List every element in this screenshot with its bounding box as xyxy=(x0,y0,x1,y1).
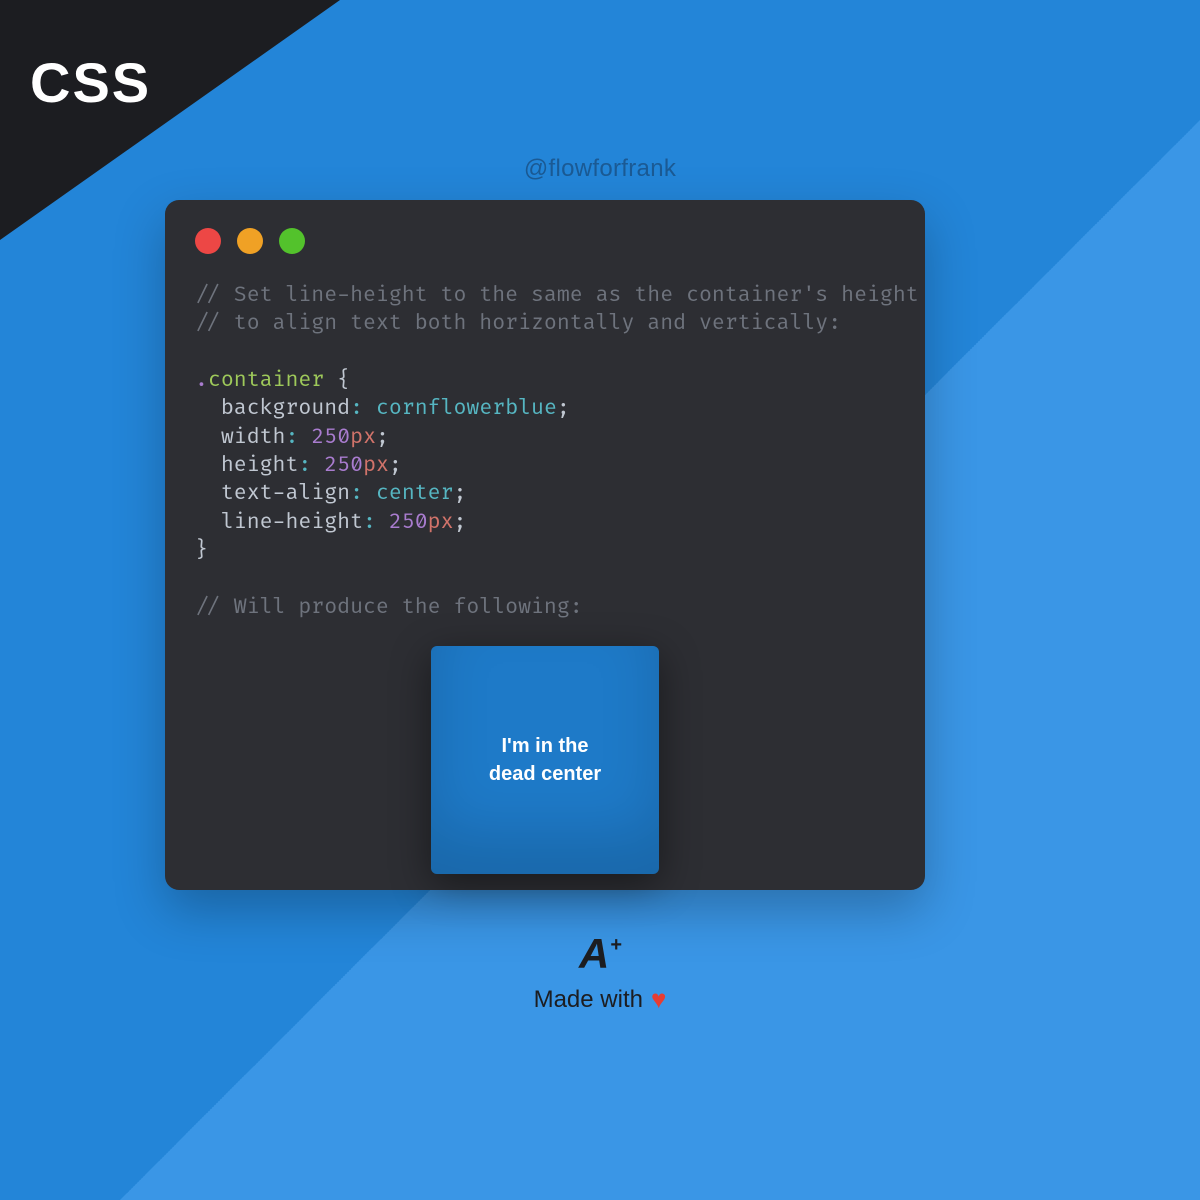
prop-value: center xyxy=(376,481,454,506)
open-brace: { xyxy=(324,368,350,393)
footer: A+ Made with ♥ xyxy=(0,930,1200,1015)
prop-value: cornflowerblue xyxy=(376,396,557,421)
prop-name: background xyxy=(221,396,350,421)
heart-icon: ♥ xyxy=(651,984,666,1015)
colon: : xyxy=(350,481,363,506)
made-with: Made with ♥ xyxy=(0,984,1200,1015)
code-comment: // to align text both horizontally and v… xyxy=(195,311,841,336)
window-controls xyxy=(195,228,895,254)
badge-label: CSS xyxy=(30,50,151,115)
semicolon: ; xyxy=(454,510,467,535)
minimize-icon xyxy=(237,228,263,254)
close-brace: } xyxy=(195,538,208,563)
colon: : xyxy=(285,425,298,450)
semicolon: ; xyxy=(454,481,467,506)
close-icon xyxy=(195,228,221,254)
logo: A+ xyxy=(579,930,621,978)
demo-line: I'm in the xyxy=(502,735,589,757)
selector-dot: . xyxy=(195,368,208,393)
code-block: // Set line-height to the same as the co… xyxy=(195,282,895,622)
semicolon: ; xyxy=(389,453,402,478)
logo-letter: A xyxy=(579,930,608,978)
prop-unit: px xyxy=(428,510,454,535)
code-comment: // Will produce the following: xyxy=(195,595,583,620)
maximize-icon xyxy=(279,228,305,254)
prop-name: height xyxy=(221,453,299,478)
colon: : xyxy=(350,396,363,421)
code-comment: // Set line-height to the same as the co… xyxy=(195,283,919,308)
prop-name: text-align xyxy=(221,481,350,506)
prop-name: line-height xyxy=(221,510,363,535)
semicolon: ; xyxy=(557,396,570,421)
made-text: Made with xyxy=(534,986,643,1014)
prop-number: 250 xyxy=(311,425,350,450)
code-editor-window: // Set line-height to the same as the co… xyxy=(165,200,925,890)
demo-box: I'm in the dead center xyxy=(431,646,659,874)
prop-number: 250 xyxy=(324,453,363,478)
selector-name: container xyxy=(208,368,324,393)
author-handle: @flowforfrank xyxy=(0,155,1200,183)
colon: : xyxy=(363,510,376,535)
demo-line: dead center xyxy=(489,763,601,785)
prop-name: width xyxy=(221,425,286,450)
prop-unit: px xyxy=(350,425,376,450)
prop-number: 250 xyxy=(389,510,428,535)
semicolon: ; xyxy=(376,425,389,450)
prop-unit: px xyxy=(363,453,389,478)
logo-plus: + xyxy=(610,934,621,957)
colon: : xyxy=(298,453,311,478)
demo-text: I'm in the dead center xyxy=(489,732,601,788)
